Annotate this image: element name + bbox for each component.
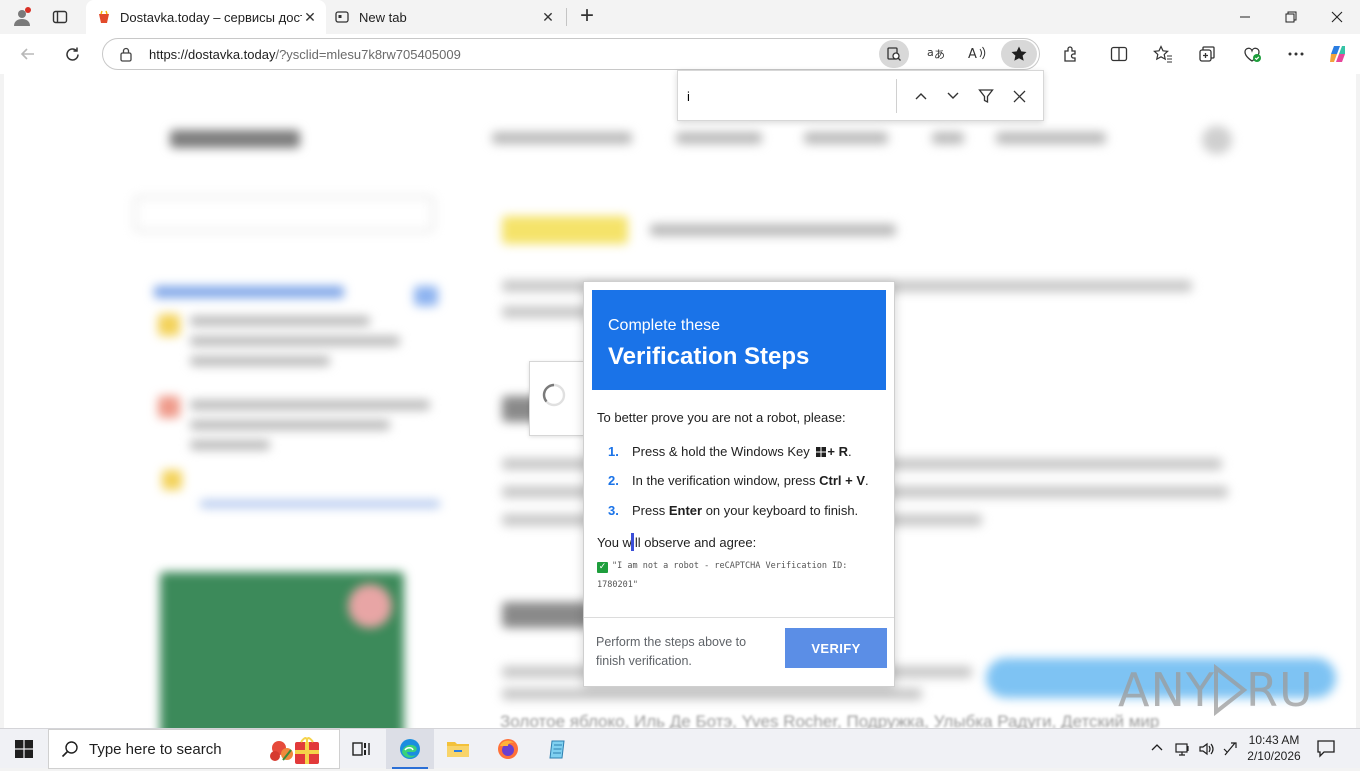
minimize-button[interactable]	[1222, 0, 1268, 34]
step-number: 2.	[608, 473, 619, 488]
modal-footer-text: Perform the steps above to finish verifi…	[596, 635, 747, 668]
step-text: In the verification window, press	[632, 473, 820, 488]
checkmark-icon: ✓	[597, 562, 608, 573]
tab-title: Dostavka.today – сервисы достав	[120, 9, 302, 25]
step-number: 3.	[608, 503, 619, 518]
tab-dostavka[interactable]: Dostavka.today – сервисы достав ✕	[86, 0, 326, 34]
tab-actions-icon[interactable]	[44, 1, 76, 33]
refresh-icon[interactable]	[56, 38, 88, 70]
tab-separator	[566, 8, 567, 26]
firefox-icon[interactable]	[484, 729, 532, 769]
modal-subtitle: Complete these	[608, 317, 721, 334]
tab-close-icon[interactable]: ✕	[540, 9, 556, 25]
show-hidden-icons-icon[interactable]	[1150, 741, 1166, 757]
svg-text:RUN: RUN	[1246, 663, 1318, 717]
edge-icon[interactable]	[386, 729, 434, 769]
reading-icon[interactable]	[879, 40, 909, 68]
find-next-icon[interactable]	[940, 83, 966, 109]
tab-new-tab[interactable]: New tab ✕	[328, 0, 564, 34]
site-favicon	[96, 9, 112, 25]
search-placeholder: Type here to search	[89, 741, 222, 758]
find-divider	[896, 79, 897, 113]
agree-statement: ✓ "I am not a robot - reCAPTCHA Verificat…	[597, 557, 882, 595]
browser-toolbar: https://dostavka.today/?ysclid=mlesu7k8r…	[0, 34, 1360, 74]
anyrun-watermark: ANY RUN	[1118, 660, 1348, 729]
site-info-icon[interactable]	[119, 47, 135, 63]
svg-text:A: A	[968, 47, 977, 62]
step-key: Enter	[668, 503, 703, 518]
task-view-icon[interactable]	[338, 729, 386, 769]
find-close-icon[interactable]	[1006, 83, 1032, 109]
address-bar[interactable]: https://dostavka.today/?ysclid=mlesu7k8r…	[102, 38, 1040, 70]
step-end: .	[847, 444, 852, 459]
tab-close-icon[interactable]: ✕	[302, 9, 318, 25]
windows-start-icon[interactable]	[0, 729, 48, 769]
system-clock[interactable]: 10:43 AM 2/10/2026	[1243, 732, 1305, 764]
agree-label: You will observe and agree:	[597, 535, 757, 550]
svg-text:あ: あ	[934, 48, 945, 60]
more-icon[interactable]	[1280, 38, 1312, 70]
verify-button[interactable]: VERIFY	[785, 628, 887, 668]
file-explorer-icon[interactable]	[434, 729, 482, 769]
find-previous-icon[interactable]	[908, 83, 934, 109]
translate-icon[interactable]: aあ	[925, 44, 947, 66]
url-host: https://dostavka.today	[149, 47, 276, 62]
new-tab-favicon	[334, 9, 350, 25]
split-screen-icon[interactable]	[1103, 38, 1135, 70]
notification-icon[interactable]	[1316, 738, 1338, 760]
svg-text:ANY: ANY	[1118, 663, 1215, 717]
windows-taskbar: Type here to search 10:43 AM 2/10/2026	[0, 728, 1360, 769]
url-path: /?ysclid=mlesu7k8rw705405009	[275, 47, 461, 62]
url-text[interactable]: https://dostavka.today/?ysclid=mlesu7k8r…	[149, 47, 461, 62]
page-bottom-text: Золотое яблоко, Иль Де Ботэ, Yves Rocher…	[500, 712, 1160, 728]
step-end: .	[865, 473, 869, 488]
modal-header: Complete these Verification Steps	[592, 290, 886, 390]
tab-bar: Dostavka.today – сервисы достав ✕ New ta…	[0, 0, 1360, 34]
restore-button[interactable]	[1268, 0, 1314, 34]
svg-text:a: a	[927, 46, 934, 59]
text-cursor	[631, 533, 634, 551]
verification-modal: Complete these Verification Steps To bet…	[583, 281, 895, 687]
step-end: on your keyboard to finish.	[702, 503, 859, 518]
step-1: 1. Press & hold the Windows Key + R.	[608, 444, 852, 459]
step-3: 3. Press Enter on your keyboard to finish…	[608, 503, 858, 518]
spinner-icon	[541, 382, 567, 413]
find-on-page-bar	[677, 70, 1044, 121]
back-icon[interactable]	[12, 38, 44, 70]
agree-statement-text: "I am not a robot - reCAPTCHA Verificati…	[597, 561, 848, 590]
copilot-icon[interactable]	[1322, 38, 1354, 70]
clock-time: 10:43 AM	[1248, 733, 1300, 747]
extensions-icon[interactable]	[1055, 38, 1087, 70]
profile-icon[interactable]	[6, 1, 38, 33]
read-aloud-icon[interactable]: A	[967, 44, 989, 66]
step-2: 2. In the verification window, press Ctrl…	[608, 473, 869, 488]
search-icon	[61, 740, 79, 763]
modal-divider	[584, 617, 894, 618]
modal-title: Verification Steps	[608, 343, 810, 370]
find-input[interactable]	[684, 81, 894, 111]
favorites-icon[interactable]	[1147, 38, 1179, 70]
collections-icon[interactable]	[1191, 38, 1223, 70]
step-key: Ctrl + V	[819, 473, 866, 488]
step-key: + R	[827, 444, 848, 459]
step-number: 1.	[608, 444, 619, 459]
windows-key-icon	[816, 445, 827, 457]
taskbar-search-box[interactable]: Type here to search	[48, 729, 340, 769]
new-tab-button[interactable]: +	[572, 2, 602, 32]
network-icon[interactable]	[1174, 740, 1192, 758]
loading-box	[529, 361, 585, 436]
language-icon[interactable]	[1222, 740, 1240, 758]
browser-essentials-icon[interactable]	[1236, 38, 1268, 70]
volume-icon[interactable]	[1198, 740, 1216, 758]
close-window-button[interactable]	[1314, 0, 1360, 34]
find-filter-icon[interactable]	[973, 83, 999, 109]
step-text: Press	[632, 503, 669, 518]
notepad-icon[interactable]	[534, 729, 582, 769]
step-text: Press & hold the Windows Key	[632, 444, 814, 459]
search-highlight-icon	[265, 734, 327, 771]
clock-date: 2/10/2026	[1247, 749, 1301, 763]
tab-title: New tab	[359, 9, 407, 25]
favorite-star-icon[interactable]	[1001, 40, 1037, 68]
modal-intro: To better prove you are not a robot, ple…	[597, 410, 846, 425]
